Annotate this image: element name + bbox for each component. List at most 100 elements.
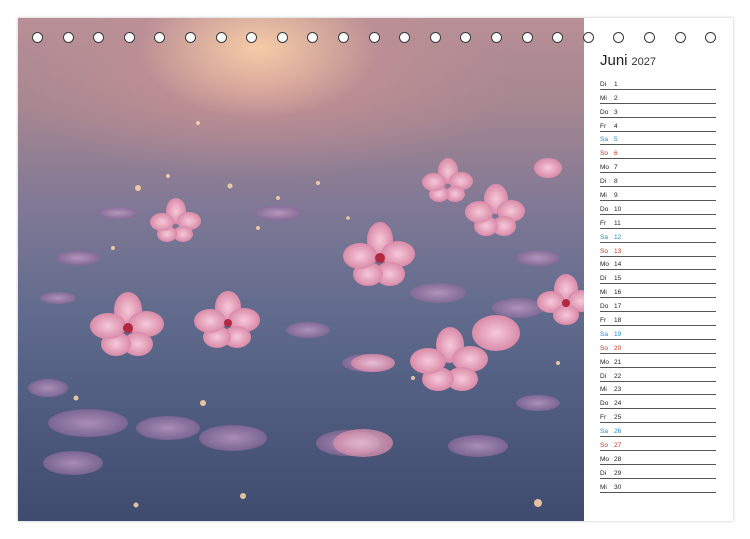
day-row: Di 1 bbox=[600, 76, 716, 90]
day-row: Do 3 bbox=[600, 104, 716, 118]
weekday-label: So bbox=[600, 344, 608, 352]
day-number: 19 bbox=[614, 330, 622, 338]
day-row: Fr 4 bbox=[600, 118, 716, 132]
binding-hole bbox=[674, 32, 686, 43]
calendar-sidebar: Juni 2027 Di 1 Mi 2 Do 3 Fr 4 Sa 5 So 6 Mo 7 Di 8 Mi 9 Do 10… bbox=[584, 18, 733, 521]
day-row: Mi 23 bbox=[600, 382, 716, 396]
day-row: Sa 19 bbox=[600, 326, 716, 340]
binding-hole bbox=[246, 32, 258, 43]
day-number: 5 bbox=[614, 136, 618, 144]
binding-hole bbox=[368, 32, 380, 43]
weekday-label: Di bbox=[600, 275, 607, 283]
day-number: 14 bbox=[614, 261, 622, 269]
day-row: So 27 bbox=[600, 437, 716, 452]
day-number: 10 bbox=[614, 205, 622, 213]
weekday-label: Sa bbox=[600, 136, 608, 144]
day-number: 20 bbox=[614, 344, 622, 352]
binding-holes bbox=[32, 32, 722, 48]
weekday-label: So bbox=[600, 150, 608, 158]
day-number: 18 bbox=[614, 317, 622, 325]
weekday-label: Fr bbox=[600, 122, 607, 130]
day-list: Di 1 Mi 2 Do 3 Fr 4 Sa 5 So 6 Mo 7 Di 8 Mi 9 Do 10 Fr 11 Sa 12 S… bbox=[600, 76, 716, 493]
day-number: 9 bbox=[614, 192, 618, 200]
day-row: Mi 30 bbox=[600, 479, 716, 493]
year-label: 2027 bbox=[631, 56, 657, 68]
day-row: Fr 18 bbox=[600, 312, 716, 327]
day-number: 22 bbox=[614, 372, 622, 380]
day-number: 30 bbox=[614, 483, 622, 491]
day-row: Do 10 bbox=[600, 201, 716, 215]
weekday-label: Mi bbox=[600, 289, 607, 297]
binding-hole bbox=[93, 32, 105, 43]
binding-hole bbox=[215, 32, 227, 43]
weekday-label: Di bbox=[600, 372, 607, 380]
weekday-label: Mo bbox=[600, 358, 610, 366]
day-row: So 6 bbox=[600, 145, 716, 160]
day-row: Mo 14 bbox=[600, 257, 716, 271]
day-row: Mo 7 bbox=[600, 159, 716, 174]
day-row: Fr 11 bbox=[600, 215, 716, 229]
day-row: Di 22 bbox=[600, 368, 716, 382]
weekday-label: Mo bbox=[600, 164, 610, 172]
weekday-label: Mi bbox=[600, 386, 607, 394]
day-number: 17 bbox=[614, 303, 622, 311]
weekday-label: Mi bbox=[600, 483, 607, 491]
binding-hole bbox=[582, 32, 594, 43]
weekday-label: Fr bbox=[600, 414, 607, 422]
binding-hole bbox=[399, 32, 411, 43]
day-number: 28 bbox=[614, 455, 622, 463]
weekday-label: Do bbox=[600, 205, 609, 213]
day-row: Do 17 bbox=[600, 298, 716, 313]
binding-hole bbox=[613, 32, 625, 43]
day-number: 3 bbox=[614, 108, 618, 116]
day-row: So 13 bbox=[600, 243, 716, 257]
day-row: Mi 2 bbox=[600, 90, 716, 104]
day-row: Sa 12 bbox=[600, 229, 716, 243]
day-row: Fr 25 bbox=[600, 409, 716, 424]
day-row: Di 15 bbox=[600, 270, 716, 285]
blossom-petals-illustration bbox=[28, 121, 584, 508]
binding-hole bbox=[154, 32, 166, 43]
day-row: Mi 16 bbox=[600, 284, 716, 299]
day-number: 12 bbox=[614, 233, 622, 241]
day-row: Mo 28 bbox=[600, 451, 716, 465]
binding-hole bbox=[460, 32, 472, 43]
day-number: 11 bbox=[614, 219, 621, 227]
day-row: Di 8 bbox=[600, 173, 716, 188]
weekday-label: Mi bbox=[600, 94, 607, 102]
day-number: 21 bbox=[614, 358, 622, 366]
month-title: Juni 2027 bbox=[600, 52, 656, 69]
day-number: 1 bbox=[614, 80, 618, 88]
day-row: Di 29 bbox=[600, 465, 716, 479]
weekday-label: Do bbox=[600, 108, 609, 116]
day-number: 15 bbox=[614, 275, 622, 283]
binding-hole bbox=[32, 32, 43, 43]
binding-hole bbox=[123, 32, 135, 43]
weekday-label: Do bbox=[600, 400, 609, 408]
binding-hole bbox=[276, 32, 288, 43]
month-name: Juni bbox=[600, 52, 628, 69]
day-number: 29 bbox=[614, 469, 622, 477]
day-number: 23 bbox=[614, 386, 622, 394]
calendar-page: Juni 2027 Di 1 Mi 2 Do 3 Fr 4 Sa 5 So 6 Mo 7 Di 8 Mi 9 Do 10… bbox=[18, 18, 733, 521]
weekday-label: Do bbox=[600, 303, 609, 311]
day-number: 13 bbox=[614, 247, 622, 255]
weekday-label: Sa bbox=[600, 428, 608, 436]
weekday-label: Di bbox=[600, 469, 607, 477]
binding-hole bbox=[307, 32, 319, 43]
day-number: 25 bbox=[614, 414, 622, 422]
day-row: Do 24 bbox=[600, 395, 716, 410]
binding-hole bbox=[62, 32, 74, 43]
day-number: 16 bbox=[614, 289, 622, 297]
weekday-label: Di bbox=[600, 178, 607, 186]
weekday-label: So bbox=[600, 442, 608, 450]
binding-hole bbox=[705, 32, 717, 43]
day-number: 7 bbox=[614, 164, 618, 172]
weekday-label: Mo bbox=[600, 455, 610, 463]
binding-hole bbox=[185, 32, 196, 43]
day-number: 2 bbox=[614, 94, 618, 102]
day-number: 24 bbox=[614, 400, 622, 408]
day-number: 4 bbox=[614, 122, 618, 130]
day-number: 27 bbox=[614, 442, 622, 450]
binding-hole bbox=[429, 32, 441, 43]
